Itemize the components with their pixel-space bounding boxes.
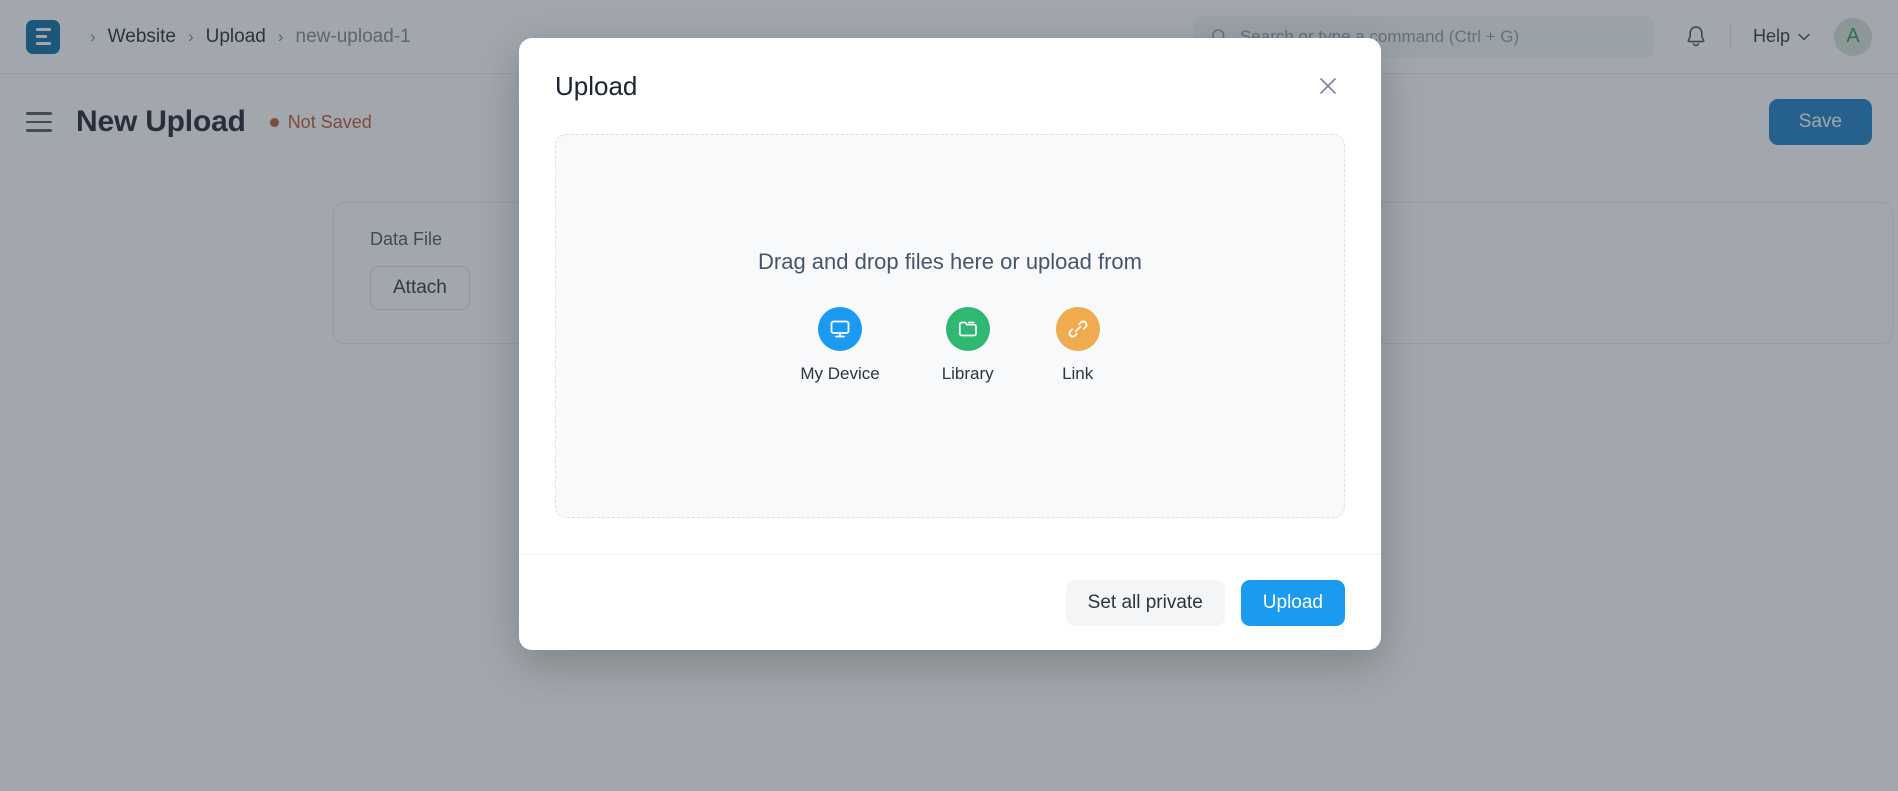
file-dropzone[interactable]: Drag and drop files here or upload from … [555, 134, 1345, 518]
upload-source-label: Link [1062, 364, 1093, 384]
upload-source-label: Library [942, 364, 994, 384]
folder-icon [946, 307, 990, 351]
close-button[interactable] [1311, 69, 1345, 103]
modal-body: Drag and drop files here or upload from … [519, 134, 1381, 554]
upload-source-label: My Device [800, 364, 879, 384]
upload-modal: Upload Drag and drop files here or uploa… [519, 38, 1381, 650]
upload-button[interactable]: Upload [1241, 580, 1345, 626]
upload-source-my-device[interactable]: My Device [800, 307, 879, 384]
dropzone-text: Drag and drop files here or upload from [758, 249, 1142, 275]
modal-footer: Set all private Upload [519, 554, 1381, 650]
modal-title: Upload [555, 71, 637, 102]
set-all-private-button[interactable]: Set all private [1066, 580, 1225, 626]
monitor-icon [818, 307, 862, 351]
link-icon [1056, 307, 1100, 351]
modal-header: Upload [519, 38, 1381, 134]
close-icon [1318, 76, 1338, 96]
upload-source-library[interactable]: Library [942, 307, 994, 384]
app-root: › Website › Upload › new-upload-1 Search… [0, 0, 1898, 791]
upload-source-list: My Device Library [800, 307, 1099, 384]
upload-source-link[interactable]: Link [1056, 307, 1100, 384]
